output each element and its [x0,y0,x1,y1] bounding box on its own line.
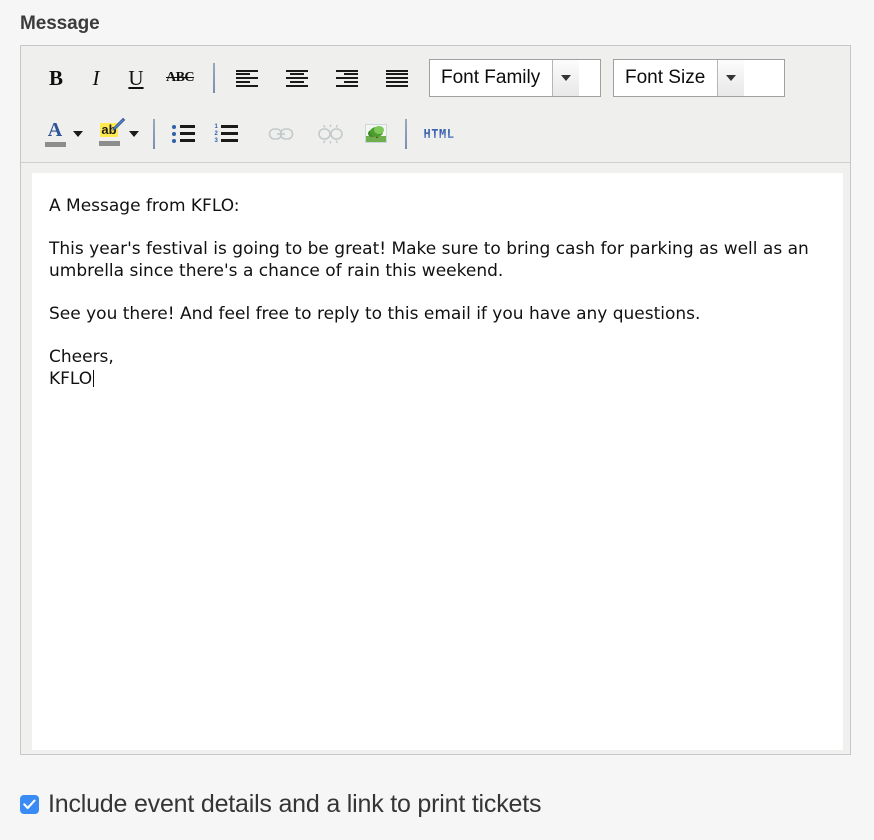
underline-button[interactable]: U [119,61,153,95]
toolbar-divider [405,118,407,149]
insert-image-button[interactable] [359,117,393,151]
include-event-details-checkbox[interactable] [20,795,39,814]
bullet-list-button[interactable] [165,117,201,151]
bold-icon: B [48,65,63,90]
toolbar-row-2: A ab 1 2 3 HTML [21,106,850,161]
rich-text-editor: B I U ABC Font Family Font Size A ab 1 2… [20,45,851,755]
chevron-down-icon[interactable] [717,60,745,96]
font-size-select[interactable]: Font Size [613,59,785,97]
highlight-color-button[interactable]: ab [91,117,127,151]
numbered-list-button[interactable]: 1 2 3 [207,117,245,151]
italic-button[interactable]: I [79,61,113,95]
highlight-color-swatch [98,141,120,146]
font-color-letter: A [47,118,63,141]
body-paragraph-3: See you there! And feel free to reply to… [49,304,701,324]
align-justify-icon [386,69,408,87]
align-left-icon [236,69,258,87]
text-caret [93,370,95,387]
bold-button[interactable]: B [39,61,73,95]
underline-icon: U [128,65,144,90]
editor-toolbar: B I U ABC Font Family Font Size A ab 1 2… [21,46,850,163]
font-color-swatch [44,141,66,147]
page-title: Message [20,13,100,34]
toolbar-divider [153,118,155,149]
font-color-button[interactable]: A [39,117,71,151]
message-body-surface[interactable]: A Message from KFLO: This year's festiva… [32,173,843,750]
chevron-down-icon[interactable] [552,60,580,96]
highlight-color-icon: ab [95,117,125,151]
unlink-icon [318,124,343,143]
toolbar-divider [213,63,215,93]
insert-link-button[interactable] [259,117,303,151]
include-event-details-label: Include event details and a link to prin… [48,790,542,818]
include-event-details-row[interactable]: Include event details and a link to prin… [20,790,541,819]
toolbar-row-1: B I U ABC Font Family Font Size [21,46,850,106]
body-paragraph-1: A Message from KFLO: [49,196,240,216]
align-center-icon [286,69,308,87]
signoff-line: Cheers, [49,347,114,367]
align-center-button[interactable] [275,61,319,95]
insert-link-icon [268,127,294,140]
font-size-value: Font Size [625,67,706,88]
align-right-icon [336,69,358,87]
font-family-select[interactable]: Font Family [429,59,601,97]
html-source-button[interactable]: HTML [417,117,461,151]
strikethrough-icon: ABC [165,70,195,85]
pen-icon [111,117,125,131]
message-composer-panel: Message B I U ABC Font Family Font Size … [0,0,874,840]
highlight-color-dropdown-icon[interactable] [129,130,139,137]
align-left-button[interactable] [225,61,269,95]
body-signature-block: Cheers, KFLO [49,346,823,390]
html-icon: HTML [423,126,455,141]
body-paragraph-2: This year's festival is going to be grea… [49,239,809,281]
bullet-list-icon [171,124,195,143]
check-icon [23,799,36,810]
numbered-list-icon: 1 2 3 [215,124,238,144]
font-color-icon: A [41,117,69,151]
font-family-value: Font Family [441,67,541,88]
align-right-button[interactable] [325,61,369,95]
italic-icon: I [92,65,100,90]
align-justify-button[interactable] [375,61,419,95]
signature-line: KFLO [49,369,93,389]
insert-image-icon [365,124,387,143]
font-color-dropdown-icon[interactable] [73,130,83,137]
strikethrough-button[interactable]: ABC [159,61,201,95]
unlink-button[interactable] [309,117,353,151]
message-body-text[interactable]: A Message from KFLO: This year's festiva… [32,173,843,410]
